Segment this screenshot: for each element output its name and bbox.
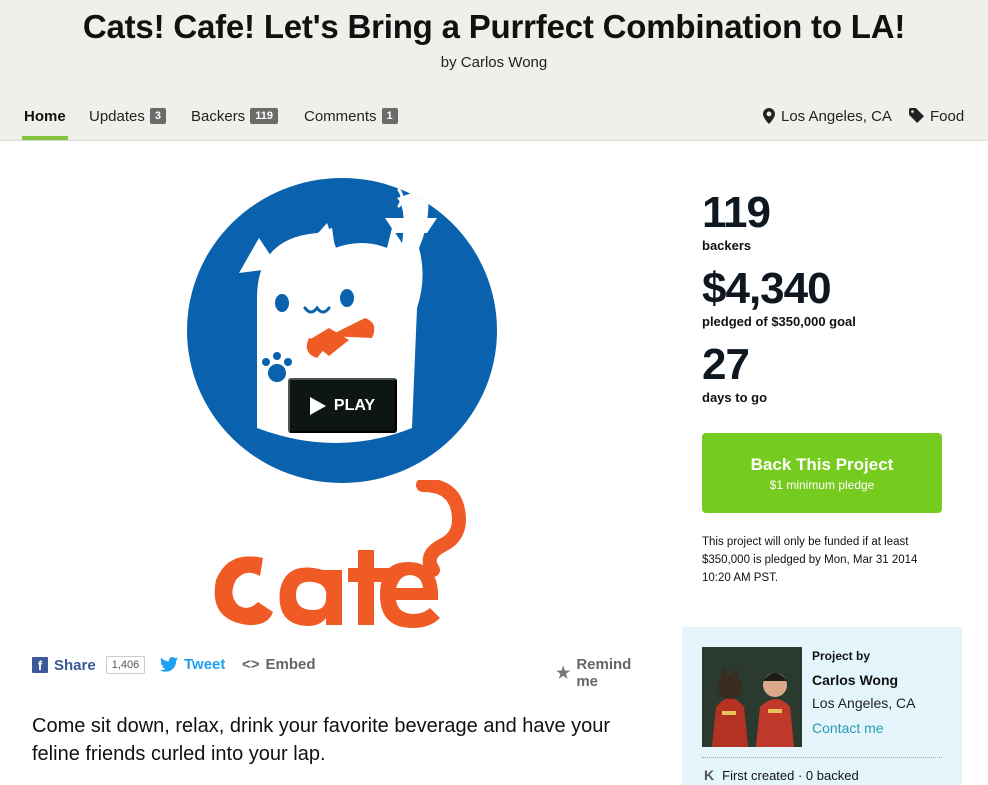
contact-me-link[interactable]: Contact me [812, 720, 884, 736]
tab-home[interactable]: Home [22, 108, 68, 140]
tab-backers-label: Backers [191, 108, 246, 125]
embed-button[interactable]: <> Embed [242, 656, 316, 673]
pledged-label: pledged of $350,000 goal [702, 314, 856, 329]
back-project-button[interactable]: Back This Project $1 minimum pledge [702, 433, 942, 513]
code-brackets-icon: <> [242, 656, 260, 673]
project-video[interactable] [187, 178, 497, 483]
tab-backers-count: 119 [250, 108, 278, 124]
category-label: Food [930, 108, 965, 125]
tab-backers[interactable]: Backers 119 [191, 108, 278, 140]
play-icon [309, 396, 326, 415]
embed-label: Embed [265, 656, 316, 673]
map-pin-icon [763, 108, 775, 124]
share-label: Share [54, 656, 96, 674]
cafe-logo [214, 480, 466, 628]
lucky-cat-illustration [239, 184, 437, 443]
back-project-label: Back This Project [750, 455, 894, 474]
project-tabs: Home Updates 3 Backers 119 Comments 1 Los A… [0, 108, 988, 140]
kickstarter-k-icon: K [704, 767, 715, 783]
category-link[interactable]: Food [909, 108, 964, 125]
creator-photo [702, 647, 802, 747]
facebook-share-button[interactable]: f Share 1,406 [32, 656, 146, 674]
social-bar: f Share 1,406 Tweet <> Embed ★ Remind me [32, 656, 652, 690]
backers-count: 119 [702, 188, 771, 237]
tab-comments[interactable]: Comments 1 [304, 108, 398, 140]
pledged-amount: $4,340 [702, 264, 832, 313]
remind-me-button[interactable]: ★ Remind me [556, 656, 652, 690]
project-title: Cats! Cafe! Let's Bring a Purrfect Combi… [82, 8, 906, 45]
tab-updates[interactable]: Updates 3 [89, 108, 166, 140]
tab-comments-count: 1 [381, 108, 398, 124]
minimum-pledge-label: $1 minimum pledge [769, 478, 875, 492]
creator-history: K First created · 0 backed [704, 767, 859, 783]
share-count: 1,406 [105, 656, 146, 674]
remind-label: Remind me [576, 656, 632, 690]
backers-label: backers [702, 238, 752, 253]
star-icon: ★ [556, 665, 571, 682]
tab-comments-label: Comments [304, 108, 377, 125]
project-by-label: Project by [812, 649, 871, 663]
project-blurb: Come sit down, relax, drink your favorit… [32, 715, 611, 765]
play-button[interactable]: PLAY [288, 378, 397, 433]
tweet-button[interactable]: Tweet [160, 656, 225, 673]
creator-card: Project by Carlos Wong Los Angeles, CA C… [682, 627, 962, 785]
tab-updates-count: 3 [149, 108, 166, 124]
creator-name[interactable]: Carlos Wong [812, 672, 898, 688]
funding-note: This project will only be funded if at l… [702, 536, 918, 584]
tab-updates-label: Updates [89, 108, 145, 125]
tag-icon [909, 108, 924, 123]
tweet-label: Tweet [184, 656, 226, 673]
location-link[interactable]: Los Angeles, CA [763, 108, 892, 125]
tab-home-label: Home [24, 108, 66, 125]
facebook-icon: f [32, 657, 48, 673]
creator-history-text: First created · 0 backed [722, 767, 859, 783]
days-label: days to go [702, 390, 768, 405]
play-label: PLAY [333, 396, 376, 414]
days-count: 27 [702, 340, 750, 389]
creator-location: Los Angeles, CA [812, 695, 916, 711]
twitter-bird-icon [160, 657, 178, 672]
creator-avatar[interactable] [702, 647, 802, 747]
creator-divider [702, 757, 942, 758]
project-byline: by Carlos Wong [440, 54, 548, 71]
location-label: Los Angeles, CA [781, 108, 892, 125]
